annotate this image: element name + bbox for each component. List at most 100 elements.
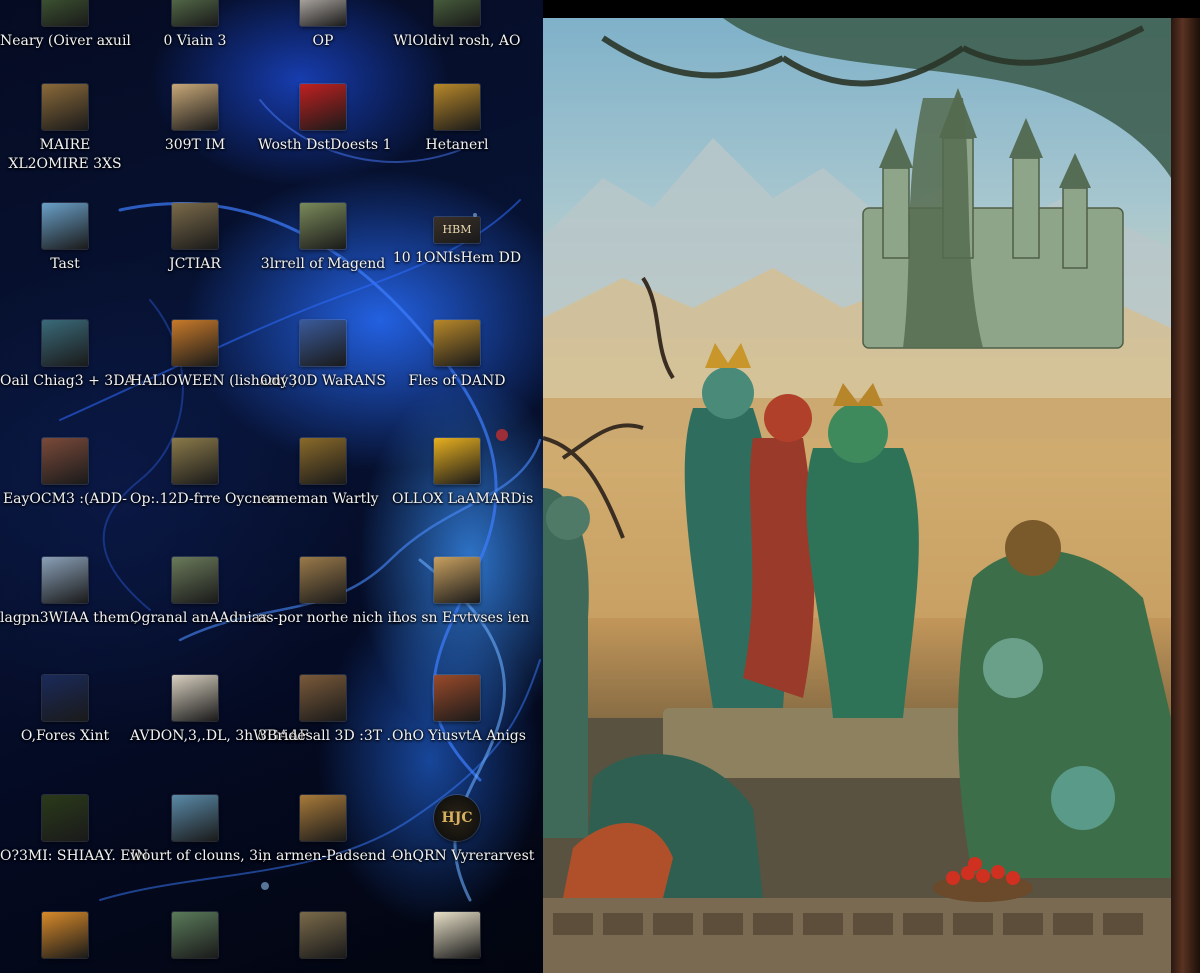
rider-thumbnail-icon xyxy=(300,912,346,958)
desktop-icon[interactable] xyxy=(392,912,522,964)
tree-bark-edge xyxy=(1171,18,1200,973)
desktop-icon-label: as-por norhe nich in xyxy=(258,610,401,626)
desktop-icon[interactable]: Hetanerl xyxy=(392,84,522,155)
landscape-thumbnail-icon xyxy=(42,0,88,26)
desktop-icon[interactable]: OhO YiusvtA Anigs xyxy=(392,675,526,746)
desktop-icon-label: Wosth DstDoests 1 xyxy=(258,137,392,153)
desktop-icon[interactable]: OP xyxy=(258,0,388,51)
desktop-icon[interactable] xyxy=(0,912,130,964)
valley-thumbnail-icon xyxy=(172,438,218,484)
desktop-icon[interactable]: 3Bridesall 3D :3T . xyxy=(258,675,391,746)
temple-thumbnail-icon xyxy=(172,84,218,130)
monogram-logo-icon: HJC xyxy=(434,795,480,841)
fortress-thumbnail-icon xyxy=(42,557,88,603)
desktop-icon-label: OP xyxy=(312,33,334,49)
desktop-icon[interactable]: Los sn Ervtvses ien xyxy=(392,557,530,628)
top-bar xyxy=(543,0,1200,18)
desktop-icon[interactable]: HJC OhQRN Vyrerarvest xyxy=(392,795,535,866)
desktop-icon-label: EayOCM3 :(ADD- xyxy=(2,491,128,507)
desktop-icon-label: OhO YiusvtA Anigs xyxy=(392,728,526,744)
griffin-thumbnail-icon xyxy=(434,557,480,603)
landscape-thumbnail-icon xyxy=(434,0,480,26)
desktop-icon-label: AVDON,3,.DL, 3hWGAAF xyxy=(130,728,309,744)
desktop-icon[interactable]: EayOCM3 :(ADD- xyxy=(0,438,130,509)
desktop-icon[interactable]: JCTIAR xyxy=(130,203,260,274)
desktop-icon[interactable]: HALlOWEEN (lisham( ) xyxy=(130,320,297,391)
desktop-icon[interactable]: in armen-Padsend -- xyxy=(258,795,400,866)
crest-thumbnail-icon xyxy=(300,320,346,366)
desktop-icon[interactable]: 309T IM xyxy=(130,84,260,155)
document-thumbnail-icon xyxy=(300,0,346,26)
desktop-icon-label: Fles of DAND xyxy=(408,373,506,389)
hero-thumbnail-icon xyxy=(300,795,346,841)
desktop-icon-label: WlOldivl rosh, AO xyxy=(393,33,521,49)
waterfall-thumbnail-icon xyxy=(42,320,88,366)
desktop-icon-label: JCTIAR xyxy=(169,256,221,272)
desktop-icon-label: 309T IM xyxy=(164,137,226,153)
desktop-icon[interactable]: Oail Chiag3 + 3DA xyxy=(0,320,135,391)
desktop-icon-label: 3lrrell of Magend xyxy=(260,256,386,272)
card-thumbnail-icon xyxy=(300,84,346,130)
fantasy-artwork-window xyxy=(543,18,1171,973)
desktop-icon[interactable]: WlOldivl rosh, AO xyxy=(392,0,522,51)
book-cover-icon xyxy=(434,912,480,958)
desktop-icon-label: Tast xyxy=(50,256,80,272)
desktop-icon[interactable]: OLLOX LaAMARDis xyxy=(392,438,534,509)
desktop-icon[interactable]: wourt of clouns, 3., xyxy=(130,795,267,866)
desktop-icon-label: Hetanerl xyxy=(425,137,489,153)
shield-bird-icon xyxy=(42,203,88,249)
desktop-icon[interactable]: Fles of DAND xyxy=(392,320,522,391)
desktop-icon[interactable] xyxy=(258,912,388,964)
desktop-icon-label: Neary (Oiver axuil xyxy=(0,33,131,49)
desktop-icon[interactable]: O,Fores Xint xyxy=(0,675,130,746)
desktop-icon-label: O,Fores Xint xyxy=(20,728,110,744)
banner-thumbnail-icon xyxy=(42,795,88,841)
desktop-icon-label: HALlOWEEN (lisham( ) xyxy=(130,373,297,389)
desktop-icon-label: 0 Viain 3 xyxy=(163,33,227,49)
desktop-icon[interactable]: O?3MI: SHIAAY. EIN xyxy=(0,795,148,866)
crest-thumbnail-icon xyxy=(434,84,480,130)
desktop-icon-label: OhQRN Vyrerarvest xyxy=(392,848,535,864)
landscape-thumbnail-icon xyxy=(172,0,218,26)
round-emblem-icon xyxy=(434,438,480,484)
creature-thumbnail-icon xyxy=(300,203,346,249)
eagle-crest-icon xyxy=(434,320,480,366)
desktop-icon[interactable]: Neary (Oiver axuil xyxy=(0,0,131,51)
beast-thumbnail-icon xyxy=(300,438,346,484)
hbm-logo-icon: HBM xyxy=(434,217,480,243)
desktop-icon-label: 3Bridesall 3D :3T . xyxy=(258,728,391,744)
chalice-thumbnail-icon xyxy=(42,675,88,721)
desktop-icon-label: Ody30D WaRANS xyxy=(260,373,386,389)
portrait-thumbnail-icon xyxy=(434,675,480,721)
desktop-icon-label: Los sn Ervtvses ien xyxy=(392,610,530,626)
swords-thumbnail-icon xyxy=(172,675,218,721)
desktop-icon[interactable]: 3lrrell of Magend xyxy=(258,203,388,274)
peak-thumbnail-icon xyxy=(172,912,218,958)
desktop-icon[interactable]: MAIRE XL2OMIRE 3XS xyxy=(0,84,130,174)
warrior-thumbnail-icon xyxy=(300,675,346,721)
desktop-icon[interactable]: ameman Wartly xyxy=(258,438,388,509)
desktop-icon[interactable]: Tast xyxy=(0,203,130,274)
sunset-bird-icon xyxy=(42,912,88,958)
cliff-thumbnail-icon xyxy=(172,557,218,603)
desktop-icon-label: OLLOX LaAMARDis xyxy=(392,491,534,507)
desktop-icon-label: ameman Wartly xyxy=(267,491,379,507)
desktop-icon[interactable]: Op:.12D-frre Oycner- xyxy=(130,438,281,509)
desktop-icon[interactable] xyxy=(130,912,260,964)
desktop-icon[interactable]: HBM 10 1ONIsHem DD xyxy=(392,203,522,268)
horse-thumbnail-icon xyxy=(300,557,346,603)
desktop-icon-label: Oail Chiag3 + 3DA xyxy=(0,373,135,389)
desktop-icon-label: MAIRE XL2OMIRE 3XS xyxy=(8,137,122,172)
desktop-icon[interactable]: Ogranal anAAdnias xyxy=(130,557,267,628)
desktop-icon[interactable]: Ody30D WaRANS xyxy=(258,320,388,391)
castle-thumbnail-icon xyxy=(42,438,88,484)
desktop-icon[interactable]: lagpn3WIAA them., xyxy=(0,557,139,628)
dragon-thumbnail-icon xyxy=(172,320,218,366)
desktop-icon[interactable]: 0 Viain 3 xyxy=(130,0,260,51)
desktop-icon[interactable]: Wosth DstDoests 1 xyxy=(258,84,392,155)
screen: Neary (Oiver axuil 0 Viain 3 OP WlOldivl ro… xyxy=(0,0,1200,973)
desktop-icon[interactable]: as-por norhe nich in xyxy=(258,557,401,628)
desktop-icon-label: lagpn3WIAA them., xyxy=(0,610,139,626)
desktop-icon[interactable]: AVDON,3,.DL, 3hWGAAF xyxy=(130,675,309,746)
fantasy-artwork-image xyxy=(543,18,1171,973)
